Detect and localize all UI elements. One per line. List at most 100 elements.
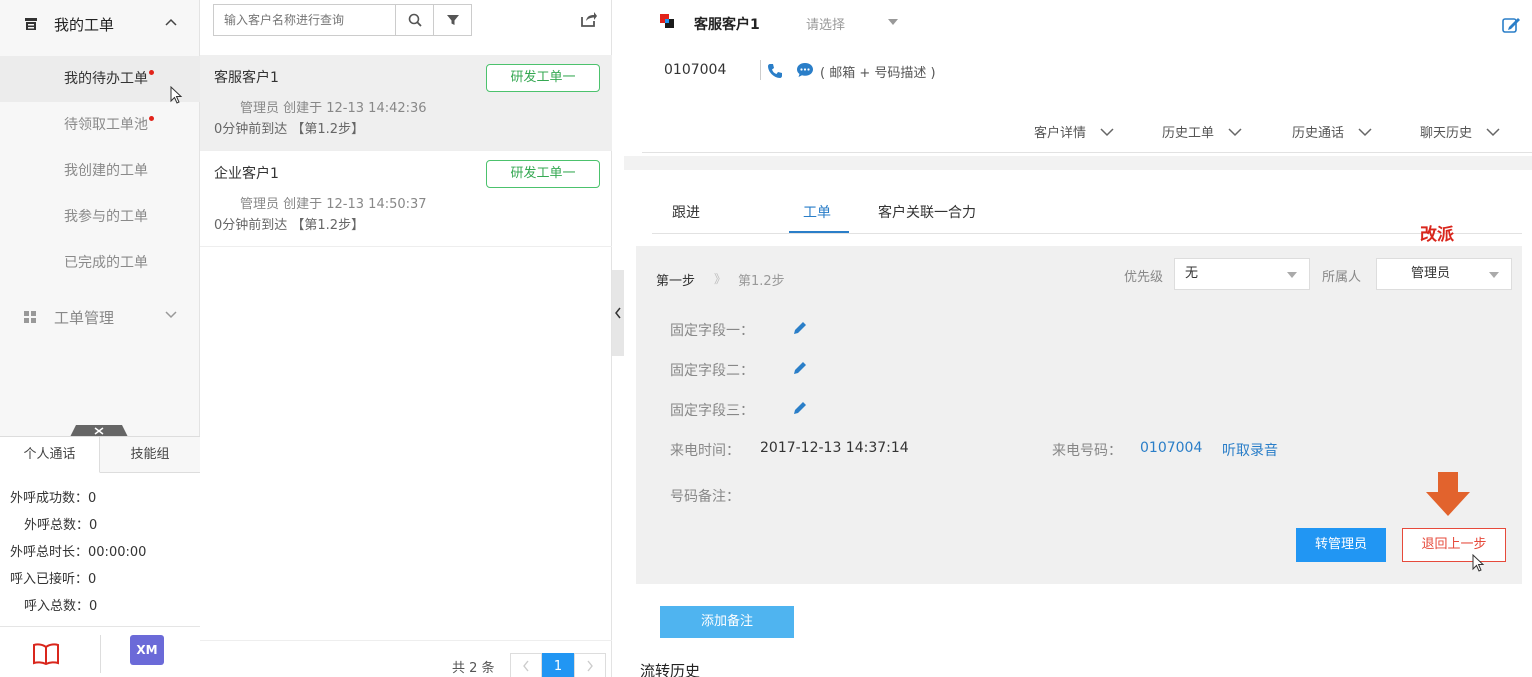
priority-label: 优先级 (1124, 270, 1164, 285)
xm-app-icon[interactable]: XM (130, 635, 164, 665)
prev-page-button[interactable] (510, 653, 542, 677)
unread-dot (149, 116, 154, 121)
ticket-customer-name: 客服客户1 (214, 70, 279, 86)
ticket-arrival: 0分钟前到达 【第1.2步】 (214, 122, 365, 137)
flow-history-heading: 流转历史 (640, 662, 701, 677)
fixed-field-label: 固定字段一： (670, 323, 754, 339)
add-note-button[interactable]: 添加备注 (660, 606, 794, 638)
menu-ticket-management[interactable]: 工单管理 (0, 294, 200, 340)
call-time-label: 来电时间： (670, 443, 740, 459)
number-note-label: 号码备注： (670, 489, 740, 505)
sidebar-item-label: 我的待办工单 (64, 71, 148, 87)
link-history-tickets[interactable]: 历史工单 (1162, 122, 1242, 141)
customer-category-select[interactable]: 请选择 (806, 14, 845, 33)
ticket-detail-column: 客服客户1 请选择 0107004 ( 邮箱 + 号码描述 ) 客户详情 历史工… (624, 0, 1532, 677)
share-icon[interactable] (580, 10, 598, 28)
sidebar-item-created[interactable]: 我创建的工单 (0, 148, 200, 194)
ticket-meta: 管理员 创建于 12-13 14:42:36 (240, 101, 427, 116)
sidebar-item-label: 已完成的工单 (64, 255, 148, 271)
ticket-item[interactable]: 企业客户1 研发工单一 管理员 创建于 12-13 14:50:37 0分钟前到… (200, 151, 612, 247)
step-current: 第一步 (656, 274, 696, 289)
customer-phone: 0107004 (664, 62, 727, 78)
menu-my-tickets[interactable]: 我的工单 (0, 0, 200, 50)
listen-recording-link[interactable]: 听取录音 (1222, 440, 1278, 460)
chevron-left-icon (523, 660, 529, 672)
panel-tabs: 跟进 工单 客户关联一合力 (652, 196, 1522, 234)
chevron-left-icon (615, 307, 621, 319)
call-stats-panel: 个人通话 技能组 外呼成功数：0 外呼总数：0 外呼总时长：00:00:00 呼… (0, 436, 200, 626)
ticket-list-column: 客服客户1 研发工单一 管理员 创建于 12-13 14:42:36 0分钟前到… (200, 0, 612, 677)
chevron-down-icon[interactable] (164, 309, 178, 319)
phone-call-icon[interactable] (767, 63, 783, 79)
link-history-calls[interactable]: 历史通话 (1292, 122, 1372, 141)
tab-customer-linked[interactable]: 客户关联一合力 (878, 202, 976, 222)
fixed-field-label: 固定字段三： (670, 403, 754, 419)
call-number-value: 0107004 (1140, 440, 1203, 456)
stats-tabs: 个人通话 技能组 (0, 437, 200, 473)
fixed-field-label: 固定字段二： (670, 363, 754, 379)
divider (760, 60, 761, 80)
stat-inbound-total: 呼入总数：0 (24, 599, 98, 614)
link-customer-details[interactable]: 客户详情 (1034, 122, 1114, 141)
divider (100, 635, 101, 673)
ticket-type-badge: 研发工单一 (486, 160, 600, 188)
active-tab-indicator (789, 231, 849, 233)
ticket-item[interactable]: 客服客户1 研发工单一 管理员 创建于 12-13 14:42:36 0分钟前到… (200, 55, 612, 151)
call-number-label: 来电号码： (1052, 443, 1122, 459)
step-next: 第1.2步 (738, 274, 785, 289)
sidebar-item-completed[interactable]: 已完成的工单 (0, 240, 200, 286)
sidebar-item-my-todo[interactable]: 我的待办工单 (0, 56, 200, 104)
back-step-button[interactable]: 退回上一步 (1402, 528, 1506, 562)
mouse-cursor-icon (1472, 554, 1485, 572)
caret-down-icon (1287, 272, 1297, 278)
stat-outbound-duration: 外呼总时长：00:00:00 (10, 545, 147, 560)
caret-down-icon[interactable] (888, 19, 898, 25)
tab-follow-up[interactable]: 跟进 (672, 202, 700, 222)
owner-label: 所属人 (1322, 270, 1362, 285)
chevron-up-icon[interactable] (164, 17, 178, 27)
mail-number-description: ( 邮箱 + 号码描述 ) (820, 66, 936, 81)
pencil-icon[interactable] (792, 400, 808, 416)
tab-personal-calls[interactable]: 个人通话 (0, 437, 100, 473)
reassign-annotation: 改派 (1420, 225, 1454, 245)
arrow-down-icon (1426, 472, 1470, 516)
caret-down-icon (1489, 272, 1499, 278)
owner-select[interactable]: 管理员 (1376, 258, 1512, 290)
ticket-panel: 跟进 工单 客户关联一合力 改派 第一步 》 第1.2步 优先级 无 所属人 管… (624, 170, 1532, 677)
pencil-icon[interactable] (792, 320, 808, 336)
ticket-meta: 管理员 创建于 12-13 14:50:37 (240, 197, 427, 212)
ticket-form: 第一步 》 第1.2步 优先级 无 所属人 管理员 固定字段一： 固定字段二： … (636, 246, 1522, 584)
customer-name: 客服客户1 (694, 17, 760, 33)
collapse-list-toggle[interactable] (612, 270, 624, 356)
divider (642, 152, 1532, 153)
chevron-down-icon (1100, 128, 1114, 137)
search-button[interactable] (396, 4, 434, 36)
tab-ticket[interactable]: 工单 (803, 202, 831, 222)
ticket-customer-name: 企业客户1 (214, 166, 279, 182)
tab-skill-group[interactable]: 技能组 (100, 437, 200, 472)
next-page-button[interactable] (574, 653, 606, 677)
total-count: 共 2 条 (452, 661, 495, 676)
call-time-value: 2017-12-13 14:37:14 (760, 440, 909, 456)
link-chat-history[interactable]: 聊天历史 (1420, 122, 1500, 141)
search-icon (408, 13, 422, 27)
sidebar-item-claim-pool[interactable]: 待领取工单池 (0, 102, 200, 148)
stat-outbound-total: 外呼总数：0 (24, 518, 98, 533)
chat-bubble-icon[interactable] (796, 62, 814, 78)
customer-search-input[interactable] (213, 4, 396, 36)
sidebar-item-label: 待领取工单池 (64, 117, 148, 133)
filter-icon (446, 15, 459, 25)
step-separator: 》 (714, 272, 727, 286)
filter-button[interactable] (434, 4, 472, 36)
pencil-icon[interactable] (792, 360, 808, 376)
stat-outbound-success: 外呼成功数：0 (10, 491, 97, 506)
page-button-current[interactable]: 1 (542, 653, 574, 677)
transfer-admin-button[interactable]: 转管理员 (1296, 528, 1386, 562)
sidebar-item-participated[interactable]: 我参与的工单 (0, 194, 200, 240)
edit-icon[interactable] (1502, 16, 1522, 34)
priority-select[interactable]: 无 (1174, 258, 1310, 290)
stat-inbound-answered: 呼入已接听：0 (10, 572, 97, 587)
book-icon[interactable] (32, 643, 60, 665)
unread-dot (149, 70, 154, 75)
customer-card: 客服客户1 请选择 0107004 ( 邮箱 + 号码描述 ) 客户详情 历史工… (624, 0, 1532, 156)
